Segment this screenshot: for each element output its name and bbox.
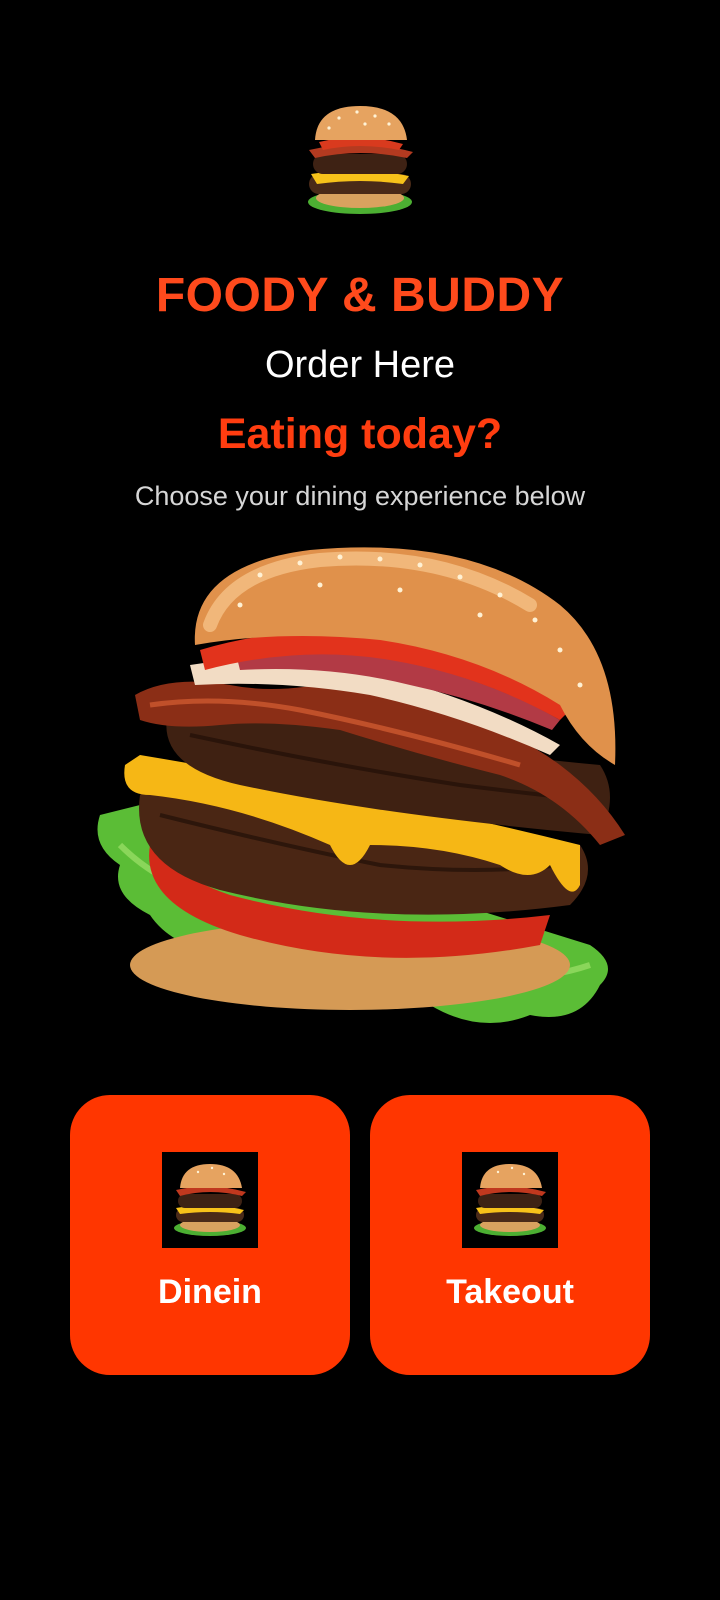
dining-experience-description: Choose your dining experience below	[134, 481, 586, 511]
dinein-label: Dinein	[158, 1273, 262, 1311]
takeout-button[interactable]: Takeout	[370, 1095, 650, 1375]
burger-icon	[162, 1152, 258, 1248]
burger-logo-icon	[299, 102, 421, 218]
order-here-subtitle: Order Here	[264, 344, 456, 386]
dinein-button[interactable]: Dinein	[70, 1095, 350, 1375]
brand-title: FOODY & BUDDY	[155, 269, 565, 322]
takeout-label: Takeout	[446, 1273, 574, 1311]
burger-icon	[462, 1152, 558, 1248]
hero-burger-image	[80, 545, 650, 1055]
eating-today-headline: Eating today?	[217, 410, 503, 458]
welcome-screen: FOODY & BUDDY Order Here Eating today? C…	[0, 0, 720, 1600]
